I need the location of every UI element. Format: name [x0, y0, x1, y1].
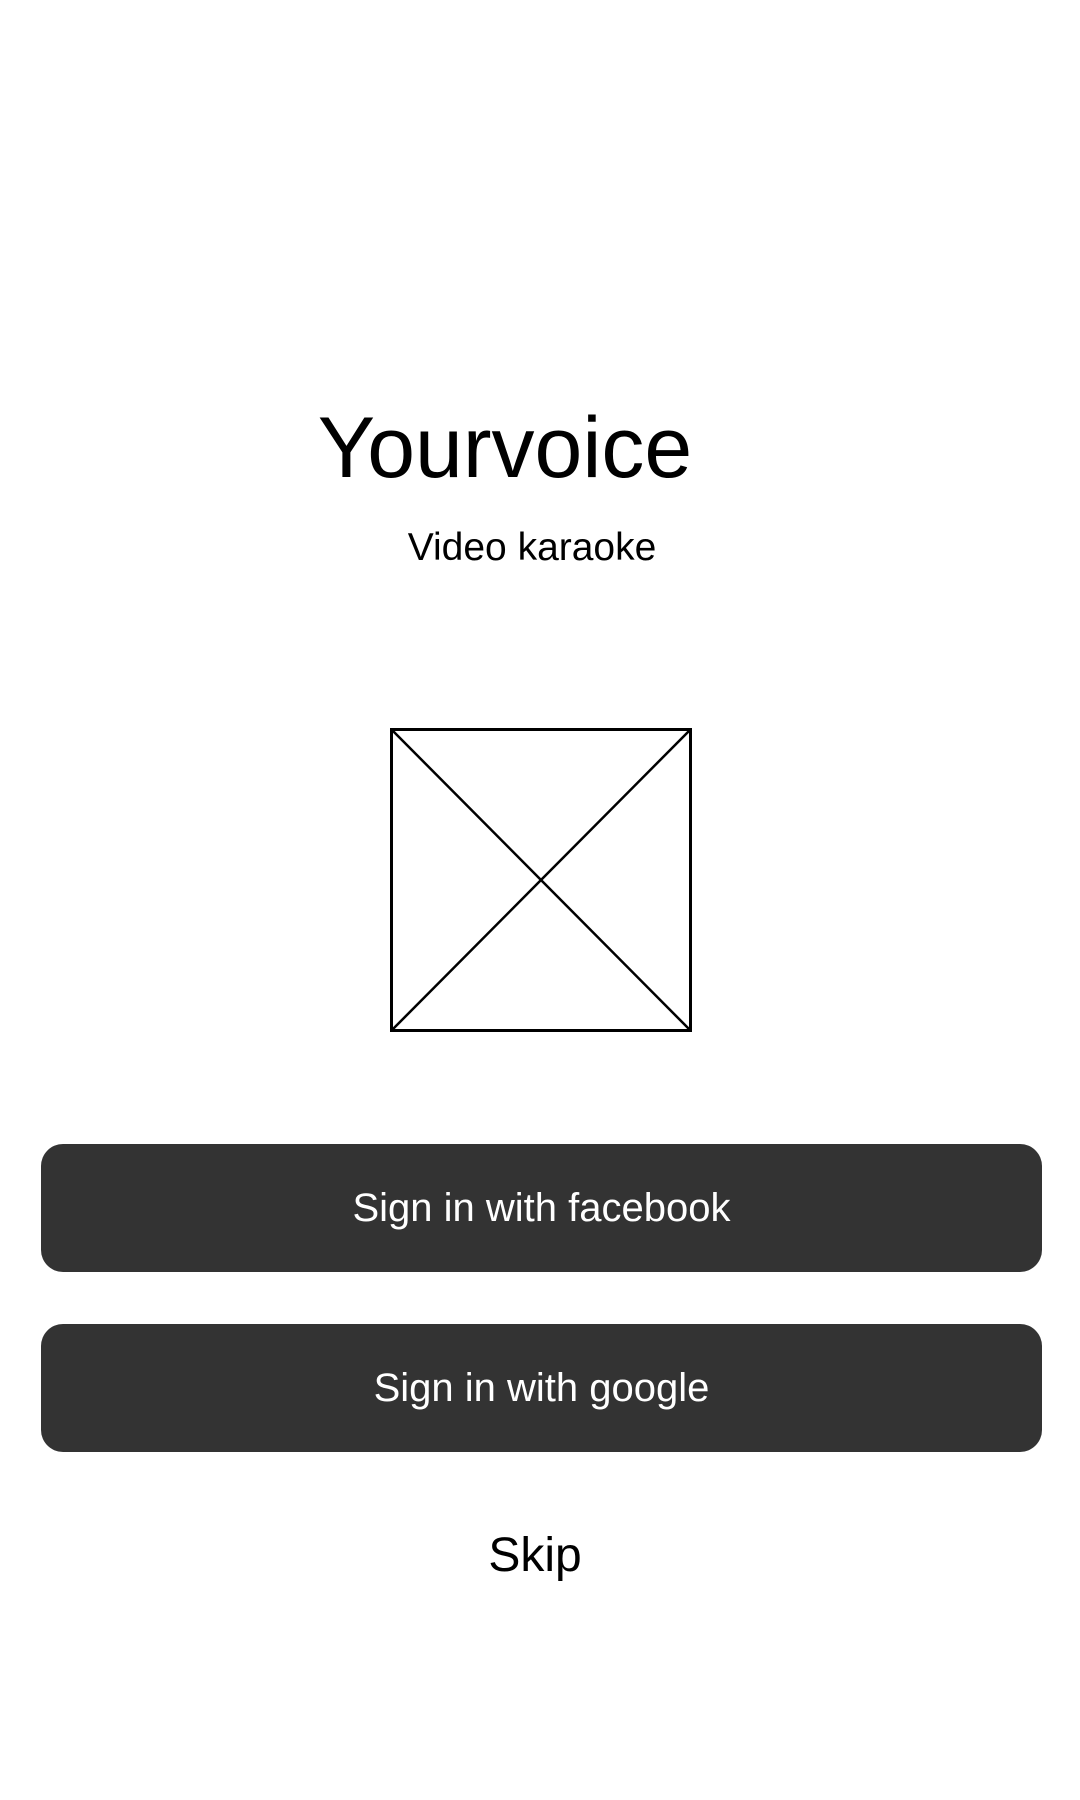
- sign-in-facebook-button[interactable]: Sign in with facebook: [41, 1144, 1042, 1272]
- image-placeholder-icon: [390, 728, 692, 1032]
- app-title: Yourvoice: [317, 400, 693, 496]
- sign-in-google-button[interactable]: Sign in with google: [41, 1324, 1042, 1452]
- skip-link[interactable]: Skip: [0, 1528, 1070, 1584]
- app-subtitle: Video karaoke: [407, 526, 657, 569]
- logo-placeholder: [390, 728, 692, 1032]
